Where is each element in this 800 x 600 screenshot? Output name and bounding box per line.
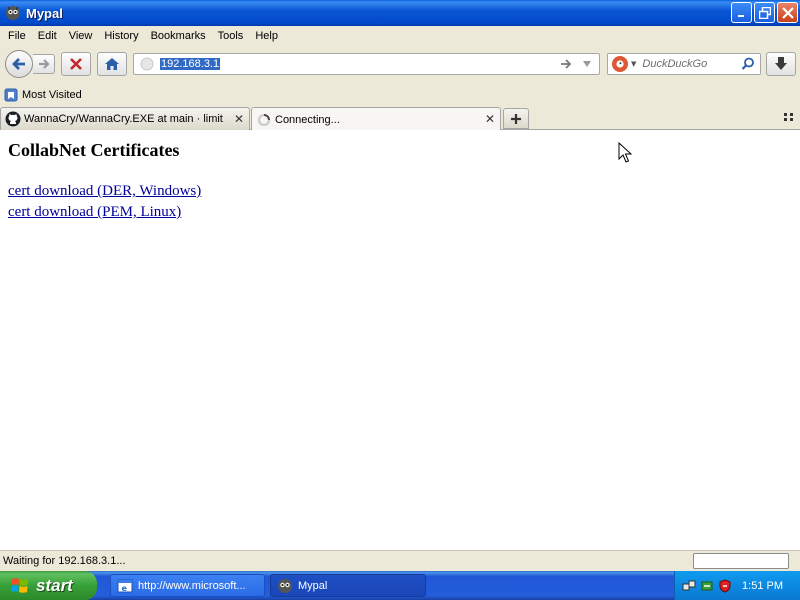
ie-window-icon: e: [117, 578, 133, 594]
url-bar[interactable]: 192.168.3.1: [133, 53, 600, 75]
download-arrow-icon: [775, 57, 787, 70]
system-tray: 1:51 PM: [674, 571, 800, 600]
tab-label: Connecting...: [275, 113, 340, 126]
svg-text:e: e: [122, 584, 128, 593]
tab-wannacry[interactable]: WannaCry/WannaCry.EXE at main · limit...…: [0, 107, 250, 130]
back-button[interactable]: [5, 50, 33, 78]
status-text: Waiting for 192.168.3.1...: [3, 555, 126, 567]
menu-bookmarks[interactable]: Bookmarks: [145, 27, 212, 45]
page-content: CollabNet Certificates cert download (DE…: [0, 130, 800, 550]
bookmark-most-visited[interactable]: Most Visited: [4, 88, 82, 102]
security-shield-icon[interactable]: [718, 578, 732, 593]
network-icon[interactable]: [682, 579, 696, 593]
menu-bar: File Edit View History Bookmarks Tools H…: [0, 26, 800, 46]
start-button[interactable]: start: [0, 571, 97, 600]
forward-button[interactable]: [33, 54, 55, 74]
site-identity-icon[interactable]: [140, 57, 154, 71]
new-tab-button[interactable]: [503, 108, 529, 129]
cert-der-windows-link[interactable]: cert download (DER, Windows): [8, 181, 201, 202]
bookmark-folder-icon: [4, 88, 18, 102]
downloads-button[interactable]: [766, 52, 796, 76]
menu-tools[interactable]: Tools: [212, 27, 250, 45]
engine-dropdown-icon[interactable]: ▼: [631, 60, 636, 68]
tab-list-icon[interactable]: [784, 112, 794, 125]
task-label: http://www.microsoft...: [138, 579, 246, 592]
duckduckgo-icon[interactable]: [612, 56, 628, 72]
taskbar-button-ie[interactable]: e http://www.microsoft...: [110, 574, 265, 597]
mypal-icon: [5, 5, 21, 21]
safely-remove-hardware-icon[interactable]: [700, 579, 714, 593]
page-heading: CollabNet Certificates: [8, 140, 180, 160]
taskbar-button-mypal[interactable]: Mypal: [270, 574, 426, 597]
menu-view[interactable]: View: [63, 27, 99, 45]
mypal-icon: [277, 578, 293, 594]
close-button[interactable]: [777, 2, 798, 23]
bookmarks-toolbar: Most Visited: [0, 84, 800, 106]
clock: 1:51 PM: [742, 579, 783, 592]
github-icon: [5, 111, 21, 127]
plus-icon: [511, 113, 521, 124]
menu-help[interactable]: Help: [249, 27, 284, 45]
tab-close-icon[interactable]: ✕: [485, 112, 495, 126]
search-bar[interactable]: ▼ DuckDuckGo: [607, 53, 761, 75]
stop-x-icon: [70, 58, 82, 70]
menu-edit[interactable]: Edit: [32, 27, 63, 45]
search-placeholder[interactable]: DuckDuckGo: [642, 58, 707, 70]
status-panel: [693, 553, 789, 569]
loading-spinner-icon: [256, 112, 272, 128]
status-bar: Waiting for 192.168.3.1...: [0, 550, 800, 571]
menu-history[interactable]: History: [98, 27, 144, 45]
minimize-button[interactable]: [731, 2, 752, 23]
stop-button[interactable]: [61, 52, 91, 76]
tab-strip: WannaCry/WannaCry.EXE at main · limit...…: [0, 106, 800, 131]
window-title: Mypal: [26, 5, 63, 21]
start-label: start: [36, 575, 73, 595]
search-icon[interactable]: [741, 57, 755, 74]
tab-close-icon[interactable]: ✕: [234, 112, 244, 126]
title-bar: Mypal: [0, 0, 800, 26]
mouse-cursor-icon: [618, 142, 632, 163]
windows-logo-icon: [11, 577, 28, 593]
back-arrow-icon: [12, 58, 25, 70]
url-text[interactable]: 192.168.3.1: [160, 58, 221, 70]
home-icon: [105, 58, 119, 70]
navigation-toolbar: 192.168.3.1 ▼ DuckDuckGo: [0, 46, 800, 82]
home-button[interactable]: [97, 52, 127, 76]
menu-file[interactable]: File: [2, 27, 32, 45]
cert-pem-linux-link[interactable]: cert download (PEM, Linux): [8, 202, 201, 223]
url-dropdown-icon[interactable]: [581, 57, 593, 74]
bookmark-label: Most Visited: [22, 89, 82, 101]
restore-button[interactable]: [754, 2, 775, 23]
download-links: cert download (DER, Windows) cert downlo…: [8, 181, 201, 223]
forward-arrow-icon: [38, 59, 50, 69]
tab-label: WannaCry/WannaCry.EXE at main · limit...: [24, 113, 224, 125]
task-label: Mypal: [298, 579, 328, 592]
tab-connecting[interactable]: Connecting... ✕: [251, 107, 501, 131]
taskbar: start e http://www.microsoft... Mypal 1:…: [0, 571, 800, 600]
go-arrow-icon[interactable]: [559, 57, 573, 74]
